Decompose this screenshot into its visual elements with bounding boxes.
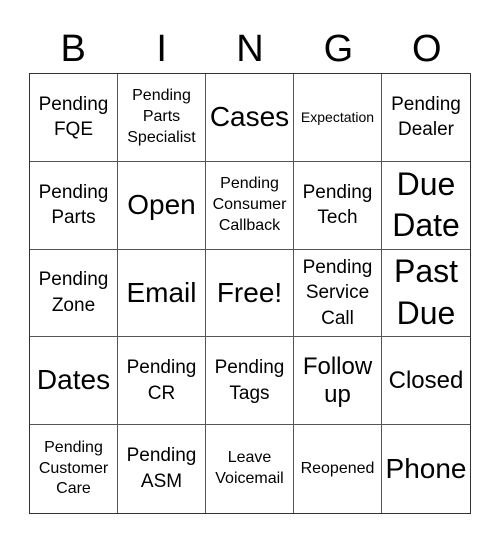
- bingo-cell[interactable]: Cases: [206, 74, 294, 162]
- free-space-cell[interactable]: Free!: [206, 249, 294, 338]
- header-letter-i: I: [156, 28, 167, 70]
- bingo-cell[interactable]: Dates: [30, 337, 118, 426]
- header-letter-n: N: [236, 28, 264, 70]
- bingo-cell[interactable]: Reopened: [294, 425, 382, 513]
- bingo-cell[interactable]: Pending Zone: [30, 249, 118, 338]
- bingo-cell[interactable]: Phone: [382, 425, 470, 513]
- bingo-cell[interactable]: Email: [118, 249, 206, 338]
- bingo-cell[interactable]: Expectation: [294, 74, 382, 162]
- bingo-cell[interactable]: Leave Voicemail: [206, 425, 294, 513]
- bingo-cell[interactable]: Pending Parts Specialist: [118, 74, 206, 162]
- bingo-cell[interactable]: Pending ASM: [118, 425, 206, 513]
- bingo-cell[interactable]: Pending FQE: [30, 74, 118, 162]
- bingo-cell[interactable]: Closed: [382, 337, 470, 426]
- bingo-cell[interactable]: Open: [118, 161, 206, 250]
- header-letter-o: O: [412, 28, 442, 70]
- bingo-cell[interactable]: Pending Dealer: [382, 74, 470, 162]
- bingo-header: B I N G O: [29, 26, 471, 72]
- bingo-cell[interactable]: Pending Tech: [294, 161, 382, 250]
- bingo-grid: Pending FQE Pending Parts Specialist Cas…: [29, 73, 471, 514]
- bingo-cell[interactable]: Follow up: [294, 337, 382, 426]
- header-letter-g: G: [323, 28, 354, 70]
- bingo-cell[interactable]: Due Date: [382, 162, 470, 250]
- bingo-cell[interactable]: Pending Consumer Callback: [206, 161, 294, 250]
- header-letter-b: B: [60, 28, 86, 70]
- bingo-cell[interactable]: Pending CR: [118, 337, 206, 426]
- bingo-cell[interactable]: Pending Service Call: [294, 249, 382, 338]
- bingo-cell[interactable]: Past Due: [382, 250, 470, 338]
- bingo-cell[interactable]: Pending Customer Care: [30, 425, 118, 513]
- bingo-cell[interactable]: Pending Parts: [30, 161, 118, 250]
- bingo-cell[interactable]: Pending Tags: [206, 337, 294, 426]
